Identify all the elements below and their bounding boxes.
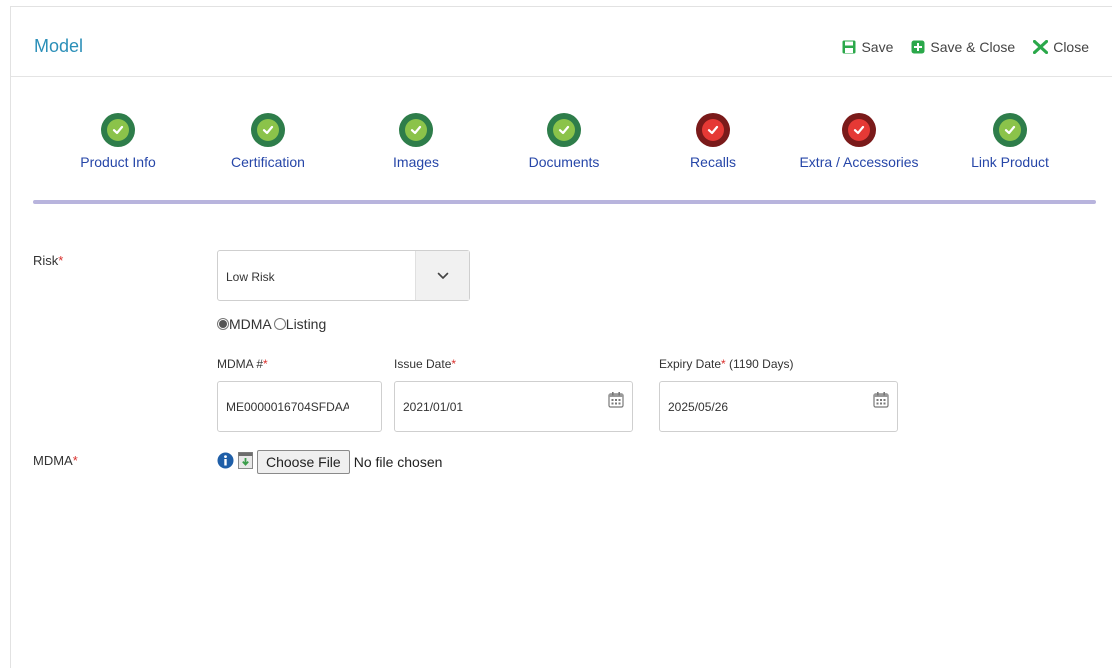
- chevron-down-icon[interactable]: [415, 251, 469, 300]
- save-and-close-label: Save & Close: [930, 39, 1016, 55]
- plus-box-icon: [911, 40, 925, 54]
- error-check-circle-icon: [696, 113, 730, 147]
- radio-mdma[interactable]: [217, 318, 229, 330]
- registration-type-radios: MDMA Listing: [217, 316, 326, 332]
- save-label: Save: [861, 39, 894, 55]
- check-circle-icon: [547, 113, 581, 147]
- mdma-number-label: MDMA #*: [217, 357, 268, 371]
- risk-select[interactable]: Low Risk: [217, 250, 470, 301]
- issue-date-label: Issue Date*: [394, 357, 456, 371]
- required-mark: *: [721, 357, 726, 371]
- close-button[interactable]: Close: [1033, 39, 1089, 55]
- save-and-close-button[interactable]: Save & Close: [911, 39, 1015, 55]
- risk-label-text: Risk: [33, 253, 59, 268]
- steps-divider: [33, 200, 1096, 204]
- mdma-file-row: Choose File No file chosen: [217, 450, 442, 474]
- step-label: Product Info: [80, 154, 156, 170]
- mdma-number-field[interactable]: [217, 381, 382, 432]
- check-circle-icon: [251, 113, 285, 147]
- mdma-file-label: MDMA*: [33, 453, 78, 468]
- required-mark: *: [451, 357, 457, 371]
- download-icon[interactable]: [238, 452, 253, 472]
- save-button[interactable]: Save: [842, 39, 893, 55]
- panel-header: Model Save Save & Close Close: [11, 7, 1112, 77]
- check-circle-icon: [993, 113, 1027, 147]
- required-mark: *: [58, 253, 64, 268]
- required-mark: *: [263, 357, 268, 371]
- step-link-product[interactable]: Link Product: [935, 113, 1085, 170]
- issue-date-input[interactable]: [403, 400, 600, 414]
- step-label: Link Product: [971, 154, 1049, 170]
- step-product-info[interactable]: Product Info: [43, 113, 193, 170]
- step-label: Documents: [528, 154, 600, 170]
- close-label: Close: [1053, 39, 1089, 55]
- risk-label: Risk*: [33, 253, 63, 268]
- step-label: Certification: [231, 154, 305, 170]
- check-circle-icon: [101, 113, 135, 147]
- file-status-text: No file chosen: [353, 454, 443, 470]
- step-certification[interactable]: Certification: [193, 113, 343, 170]
- expiry-date-input[interactable]: [668, 400, 865, 414]
- risk-select-value: Low Risk: [226, 270, 275, 284]
- calendar-icon[interactable]: [608, 391, 624, 413]
- radio-listing[interactable]: [273, 318, 286, 330]
- header-actions: Save Save & Close Close: [842, 39, 1089, 55]
- mdma-file-label-text: MDMA: [33, 453, 73, 468]
- expiry-date-field[interactable]: [659, 381, 898, 432]
- expiry-date-label: Expiry Date* (1190 Days): [659, 357, 794, 371]
- wizard-steps: Product Info Certification Images Docume…: [33, 113, 1095, 183]
- step-label: Recalls: [690, 154, 736, 170]
- step-label: Extra / Accessories: [799, 154, 919, 170]
- choose-file-button[interactable]: Choose File: [257, 450, 350, 474]
- error-check-circle-icon: [842, 113, 876, 147]
- expiry-date-label-text: Expiry Date: [659, 357, 722, 371]
- step-extra-accessories[interactable]: Extra / Accessories: [784, 113, 934, 170]
- issue-date-field[interactable]: [394, 381, 633, 432]
- calendar-icon[interactable]: [873, 391, 889, 413]
- page-title: Model: [34, 36, 84, 56]
- step-label: Images: [393, 154, 439, 170]
- info-icon[interactable]: [217, 452, 234, 472]
- radio-listing-label: Listing: [285, 316, 327, 332]
- mdma-number-label-text: MDMA #: [217, 357, 264, 371]
- expiry-days: (1190 Days): [729, 357, 794, 371]
- step-images[interactable]: Images: [341, 113, 491, 170]
- check-circle-icon: [399, 113, 433, 147]
- save-icon: [842, 40, 856, 54]
- radio-mdma-label: MDMA: [229, 316, 272, 332]
- issue-date-label-text: Issue Date: [394, 357, 452, 371]
- mdma-number-input[interactable]: [226, 400, 349, 414]
- close-x-icon: [1033, 40, 1049, 54]
- model-panel: Model Save Save & Close Close Product In…: [10, 6, 1112, 668]
- step-documents[interactable]: Documents: [489, 113, 639, 170]
- required-mark: *: [72, 453, 78, 468]
- step-recalls[interactable]: Recalls: [638, 113, 788, 170]
